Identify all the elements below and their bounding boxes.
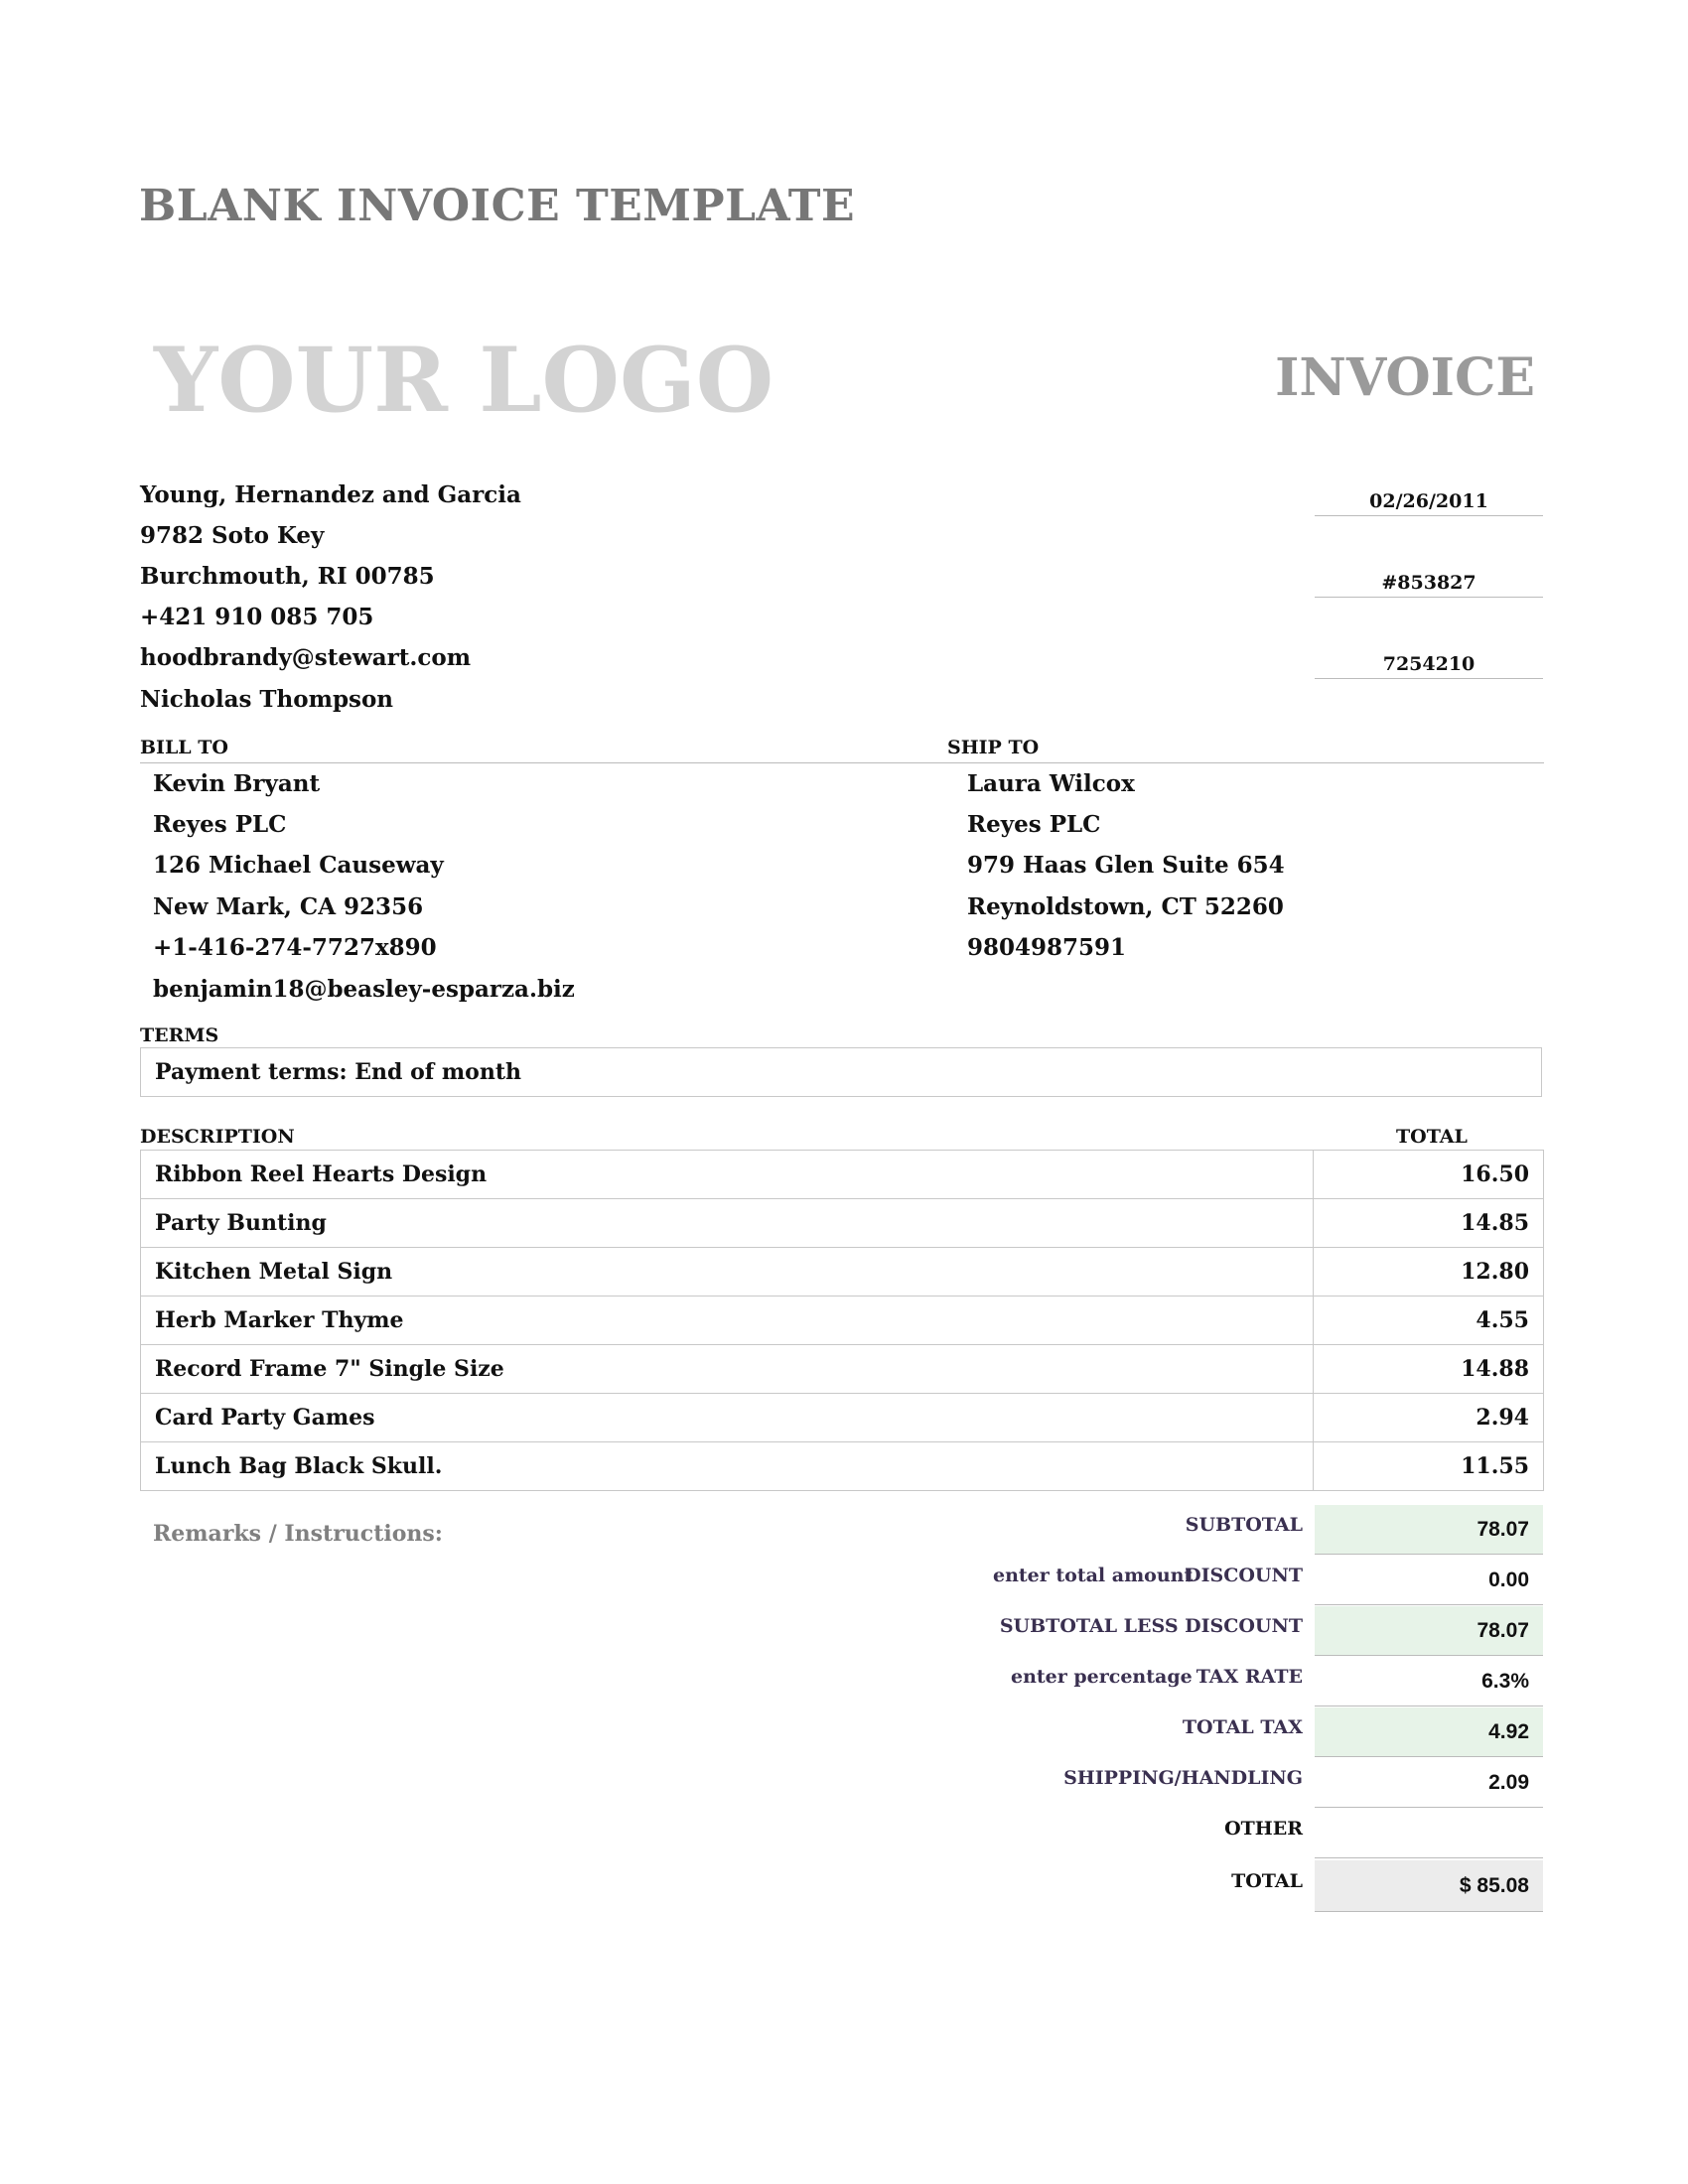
item-total[interactable]: 11.55 xyxy=(1313,1441,1544,1491)
other-field[interactable] xyxy=(1315,1809,1543,1858)
item-total[interactable]: 4.55 xyxy=(1313,1296,1544,1345)
subtotal-value: 78.07 xyxy=(1315,1505,1543,1555)
sender-phone: +421 910 085 705 xyxy=(140,604,374,630)
bill-to-email: benjamin18@beasley-esparza.biz xyxy=(153,976,575,1003)
tax-rate-field[interactable]: 6.3% xyxy=(1315,1657,1543,1706)
shipping-label: SHIPPING/HANDLING xyxy=(1063,1767,1303,1789)
sender-contact: Nicholas Thompson xyxy=(140,686,394,713)
item-total[interactable]: 2.94 xyxy=(1313,1393,1544,1442)
table-row: Record Frame 7" Single Size 14.88 xyxy=(140,1344,1544,1394)
invoice-heading: INVOICE xyxy=(1275,347,1535,408)
page-title: BLANK INVOICE TEMPLATE xyxy=(139,181,856,231)
remarks-label: Remarks / Instructions: xyxy=(153,1521,443,1547)
table-row: Card Party Games 2.94 xyxy=(140,1393,1544,1442)
subtotal-less-discount-value: 78.07 xyxy=(1315,1606,1543,1656)
bill-to-name: Kevin Bryant xyxy=(153,770,321,797)
ship-to-phone: 9804987591 xyxy=(967,934,1127,961)
invoice-number-field[interactable]: #853827 xyxy=(1315,572,1543,598)
customer-id-field[interactable]: 7254210 xyxy=(1315,653,1543,679)
subtotal-less-discount-label: SUBTOTAL LESS DISCOUNT xyxy=(999,1615,1303,1637)
item-total[interactable]: 14.88 xyxy=(1313,1344,1544,1394)
discount-field[interactable]: 0.00 xyxy=(1315,1556,1543,1605)
terms-label: TERMS xyxy=(140,1024,219,1046)
item-total[interactable]: 14.85 xyxy=(1313,1198,1544,1248)
table-row: Herb Marker Thyme 4.55 xyxy=(140,1296,1544,1345)
table-row: Kitchen Metal Sign 12.80 xyxy=(140,1247,1544,1297)
ship-to-label: SHIP TO xyxy=(947,737,1040,758)
total-tax-label: TOTAL TAX xyxy=(1182,1716,1303,1738)
item-description[interactable]: Record Frame 7" Single Size xyxy=(140,1344,1314,1394)
item-description[interactable]: Herb Marker Thyme xyxy=(140,1296,1314,1345)
bill-to-label: BILL TO xyxy=(140,737,228,758)
discount-label: DISCOUNT xyxy=(1185,1565,1303,1586)
total-tax-value: 4.92 xyxy=(1315,1707,1543,1757)
item-description[interactable]: Party Bunting xyxy=(140,1198,1314,1248)
table-row: Party Bunting 14.85 xyxy=(140,1198,1544,1248)
tax-rate-label: TAX RATE xyxy=(1196,1666,1303,1688)
logo-placeholder: YOUR LOGO xyxy=(154,328,774,433)
grand-total-label: TOTAL xyxy=(1231,1870,1303,1892)
tax-rate-note: enter percentage xyxy=(1011,1666,1193,1688)
item-total[interactable]: 12.80 xyxy=(1313,1247,1544,1297)
total-header: TOTAL xyxy=(1396,1126,1468,1148)
shipping-field[interactable]: 2.09 xyxy=(1315,1758,1543,1808)
table-row: Lunch Bag Black Skull. 11.55 xyxy=(140,1441,1544,1491)
discount-note: enter total amount xyxy=(993,1565,1194,1586)
item-description[interactable]: Lunch Bag Black Skull. xyxy=(140,1441,1314,1491)
terms-text: Payment terms: End of month xyxy=(155,1059,521,1085)
subtotal-label: SUBTOTAL xyxy=(1185,1514,1303,1536)
ship-to-street: 979 Haas Glen Suite 654 xyxy=(967,852,1285,879)
item-description[interactable]: Kitchen Metal Sign xyxy=(140,1247,1314,1297)
bill-to-company: Reyes PLC xyxy=(153,811,287,838)
bill-to-street: 126 Michael Causeway xyxy=(153,852,444,879)
terms-box[interactable]: Payment terms: End of month xyxy=(140,1047,1542,1097)
item-description[interactable]: Ribbon Reel Hearts Design xyxy=(140,1150,1314,1199)
description-header: DESCRIPTION xyxy=(140,1126,295,1148)
ship-to-city: Reynoldstown, CT 52260 xyxy=(967,893,1284,920)
sender-company: Young, Hernandez and Garcia xyxy=(140,481,521,508)
table-row: Ribbon Reel Hearts Design 16.50 xyxy=(140,1150,1544,1199)
item-total[interactable]: 16.50 xyxy=(1313,1150,1544,1199)
address-divider xyxy=(140,762,1544,763)
grand-total-value: $ 85.08 xyxy=(1315,1860,1543,1912)
bill-to-phone: +1-416-274-7727x890 xyxy=(153,934,437,961)
sender-email: hoodbrandy@stewart.com xyxy=(140,644,472,671)
bill-to-city: New Mark, CA 92356 xyxy=(153,893,424,920)
item-description[interactable]: Card Party Games xyxy=(140,1393,1314,1442)
sender-street: 9782 Soto Key xyxy=(140,522,325,549)
invoice-date-field[interactable]: 02/26/2011 xyxy=(1315,490,1543,516)
other-label: OTHER xyxy=(1224,1818,1303,1840)
ship-to-company: Reyes PLC xyxy=(967,811,1101,838)
sender-city: Burchmouth, RI 00785 xyxy=(140,563,435,590)
items-table: Ribbon Reel Hearts Design 16.50 Party Bu… xyxy=(140,1150,1544,1491)
ship-to-name: Laura Wilcox xyxy=(967,770,1135,797)
